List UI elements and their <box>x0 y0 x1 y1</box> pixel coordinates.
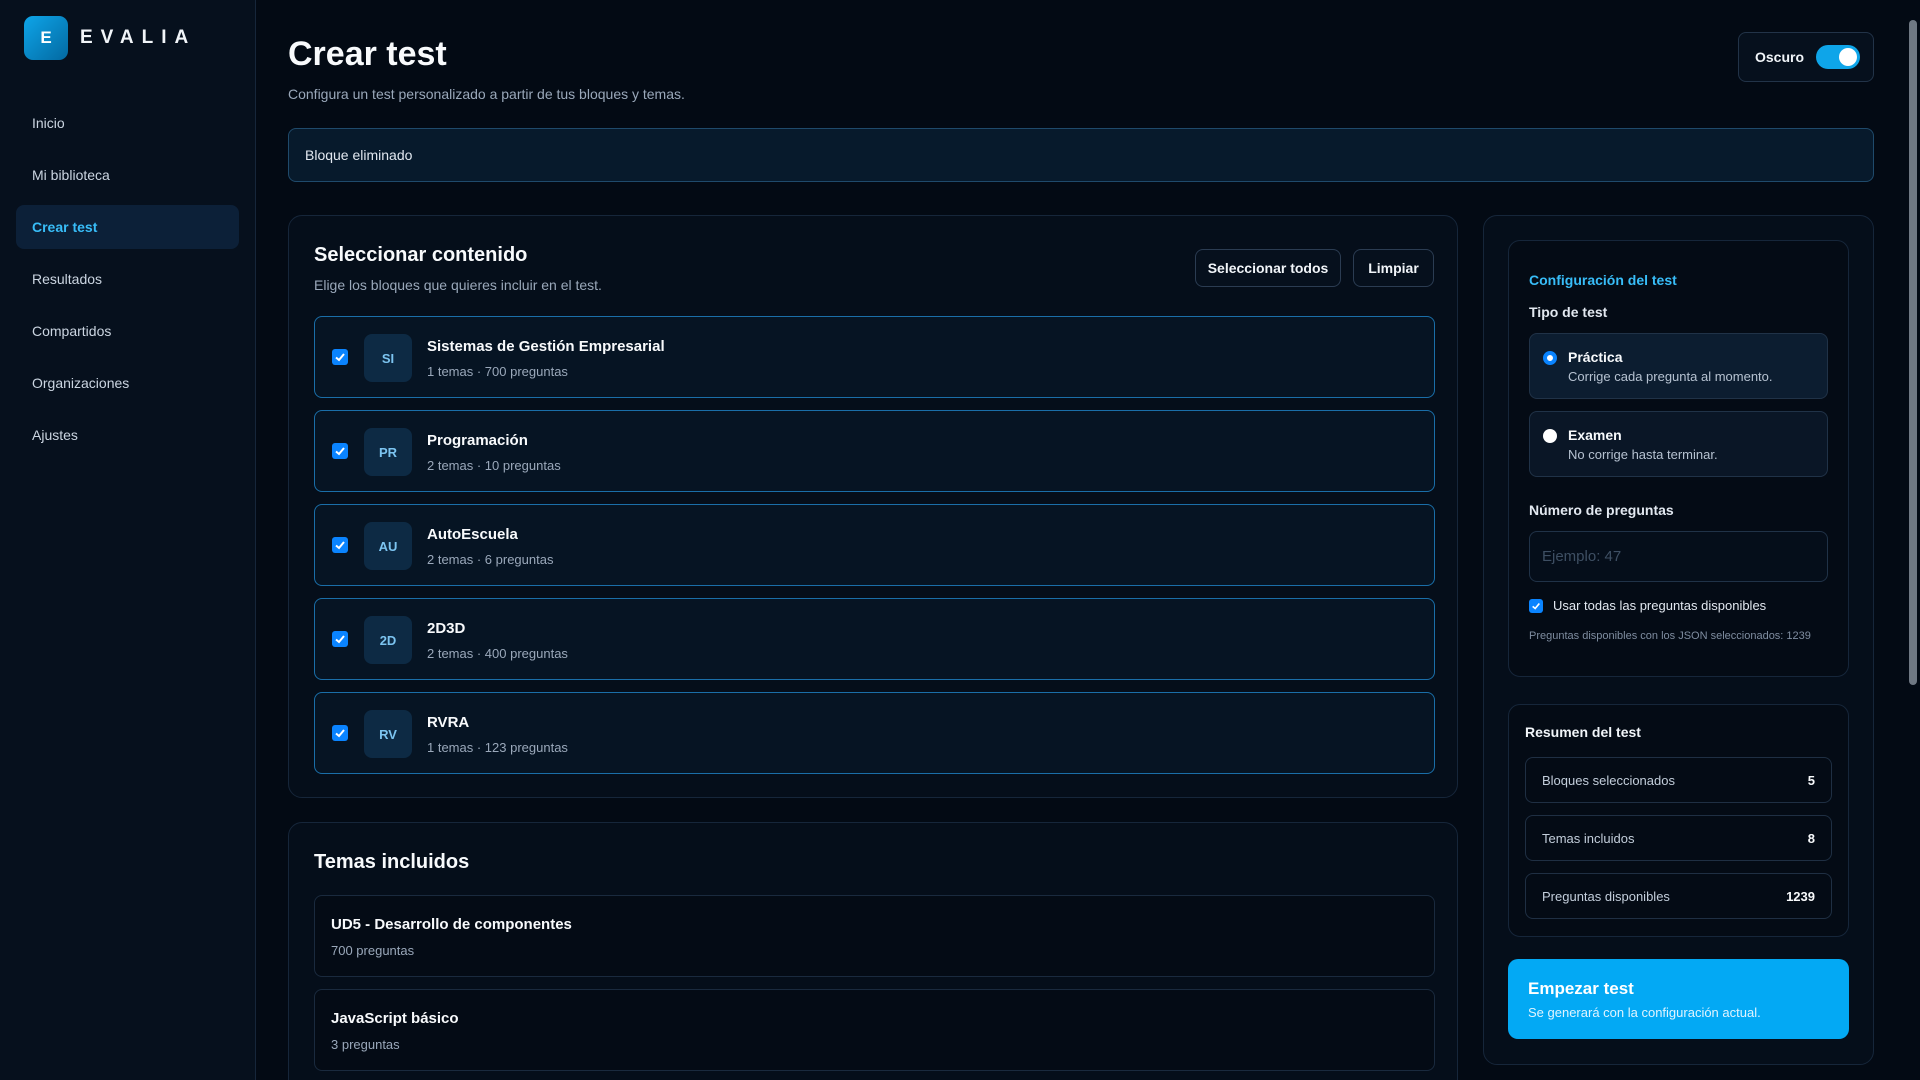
sidebar-item-ajustes[interactable]: Ajustes <box>16 413 239 457</box>
question-count-label: Número de preguntas <box>1529 502 1674 518</box>
config-card: Configuración del test Tipo de test Prác… <box>1508 240 1849 677</box>
block-meta: 2 temas · 6 preguntas <box>427 552 554 567</box>
topic-meta: 700 preguntas <box>331 943 415 958</box>
start-test-button[interactable]: Empezar test Se generará con la configur… <box>1508 959 1849 1039</box>
brand-logo: E <box>24 16 68 60</box>
theme-switch[interactable] <box>1816 45 1861 69</box>
use-all-checkbox[interactable] <box>1529 598 1543 613</box>
topic-item: UD5 - Desarrollo de componentes 700 preg… <box>314 895 1435 977</box>
block-name: 2D3D <box>427 620 466 637</box>
use-all-toggle[interactable]: Usar todas las preguntas disponibles <box>1529 598 1766 613</box>
summary-label: Preguntas disponibles <box>1542 888 1670 904</box>
block-card[interactable]: AU AutoEscuela 2 temas · 6 preguntas <box>314 504 1435 586</box>
block-meta: 2 temas · 10 preguntas <box>427 458 561 473</box>
settings-panel: Configuración del test Tipo de test Prác… <box>1483 215 1874 1065</box>
option-description: Corrige cada pregunta al momento. <box>1568 369 1773 384</box>
topic-name: JavaScript básico <box>331 1010 459 1027</box>
content-description: Elige los bloques que quieres incluir en… <box>314 277 602 293</box>
topic-meta: 3 preguntas <box>331 1037 400 1052</box>
block-name: Sistemas de Gestión Empresarial <box>427 338 665 355</box>
check-icon <box>335 447 345 456</box>
block-card[interactable]: 2D 2D3D 2 temas · 400 preguntas <box>314 598 1435 680</box>
topic-name: UD5 - Desarrollo de componentes <box>331 916 572 933</box>
summary-card: Resumen del test Bloques seleccionados 5… <box>1508 704 1849 937</box>
question-count-input[interactable] <box>1529 531 1828 582</box>
block-avatar: PR <box>364 428 412 476</box>
available-note: Preguntas disponibles con los JSON selec… <box>1529 630 1811 642</box>
test-type-label: Tipo de test <box>1529 304 1608 320</box>
content-title: Seleccionar contenido <box>314 244 528 266</box>
radio-examen[interactable] <box>1543 429 1557 443</box>
block-avatar: AU <box>364 522 412 570</box>
block-meta: 1 temas · 700 preguntas <box>427 364 568 379</box>
block-name: RVRA <box>427 714 470 731</box>
option-practica[interactable]: Práctica Corrige cada pregunta al moment… <box>1529 333 1828 399</box>
block-card[interactable]: SI Sistemas de Gestión Empresarial 1 tem… <box>314 316 1435 398</box>
radio-practica[interactable] <box>1543 351 1557 365</box>
scrollbar-thumb[interactable] <box>1909 20 1917 685</box>
summary-row: Bloques seleccionados 5 <box>1525 757 1832 803</box>
topics-panel: Temas incluidos UD5 - Desarrollo de comp… <box>288 822 1458 1080</box>
summary-row: Preguntas disponibles 1239 <box>1525 873 1832 919</box>
block-checkbox[interactable] <box>332 725 348 741</box>
use-all-label: Usar todas las preguntas disponibles <box>1553 598 1767 613</box>
sidebar-item-mi-biblioteca[interactable]: Mi biblioteca <box>16 153 239 197</box>
sidebar-item-resultados[interactable]: Resultados <box>16 257 239 301</box>
switch-knob <box>1839 48 1858 66</box>
page-subtitle: Configura un test personalizado a partir… <box>288 86 685 102</box>
select-all-button[interactable]: Seleccionar todos <box>1195 249 1341 287</box>
check-icon <box>335 635 345 644</box>
theme-toggle-label: Oscuro <box>1755 49 1805 65</box>
sidebar-item-organizaciones[interactable]: Organizaciones <box>16 361 239 405</box>
status-alert: Bloque eliminado <box>288 128 1874 182</box>
block-checkbox[interactable] <box>332 349 348 365</box>
topics-title: Temas incluidos <box>314 851 470 873</box>
option-examen[interactable]: Examen No corrige hasta terminar. <box>1529 411 1828 477</box>
block-avatar: 2D <box>364 616 412 664</box>
start-test-label: Empezar test <box>1528 979 1634 998</box>
summary-value: 5 <box>1807 772 1815 788</box>
scrollbar[interactable] <box>1906 0 1920 1080</box>
check-icon <box>335 541 345 550</box>
brand-name: EVALIA <box>80 27 197 48</box>
option-name: Práctica <box>1568 349 1623 365</box>
clear-button[interactable]: Limpiar <box>1353 249 1434 287</box>
option-name: Examen <box>1568 427 1622 443</box>
sidebar: E EVALIA Inicio Mi biblioteca Crear test… <box>0 0 256 1080</box>
summary-label: Temas incluidos <box>1542 830 1635 846</box>
summary-title: Resumen del test <box>1525 724 1641 740</box>
summary-row: Temas incluidos 8 <box>1525 815 1832 861</box>
summary-label: Bloques seleccionados <box>1542 772 1675 788</box>
theme-toggle[interactable]: Oscuro <box>1738 32 1874 82</box>
sidebar-nav: Inicio Mi biblioteca Crear test Resultad… <box>16 101 239 465</box>
sidebar-item-inicio[interactable]: Inicio <box>16 101 239 145</box>
check-icon <box>1532 602 1540 610</box>
topic-item: JavaScript básico 3 preguntas <box>314 989 1435 1071</box>
block-checkbox[interactable] <box>332 443 348 459</box>
block-meta: 2 temas · 400 preguntas <box>427 646 568 661</box>
config-title: Configuración del test <box>1529 272 1677 288</box>
block-meta: 1 temas · 123 preguntas <box>427 740 568 755</box>
brand[interactable]: E EVALIA <box>24 16 196 60</box>
block-avatar: SI <box>364 334 412 382</box>
check-icon <box>335 729 345 738</box>
sidebar-item-compartidos[interactable]: Compartidos <box>16 309 239 353</box>
sidebar-item-crear-test[interactable]: Crear test <box>16 205 239 249</box>
block-card[interactable]: PR Programación 2 temas · 10 preguntas <box>314 410 1435 492</box>
block-checkbox[interactable] <box>332 537 348 553</box>
page-title: Crear test <box>288 35 447 73</box>
block-name: AutoEscuela <box>427 526 518 543</box>
block-name: Programación <box>427 432 528 449</box>
start-test-sublabel: Se generará con la configuración actual. <box>1528 1005 1761 1020</box>
block-card[interactable]: RV RVRA 1 temas · 123 preguntas <box>314 692 1435 774</box>
summary-value: 8 <box>1807 830 1815 846</box>
summary-value: 1239 <box>1786 888 1815 904</box>
block-checkbox[interactable] <box>332 631 348 647</box>
option-description: No corrige hasta terminar. <box>1568 447 1718 462</box>
block-avatar: RV <box>364 710 412 758</box>
content-panel: Seleccionar contenido Elige los bloques … <box>288 215 1458 798</box>
check-icon <box>335 353 345 362</box>
